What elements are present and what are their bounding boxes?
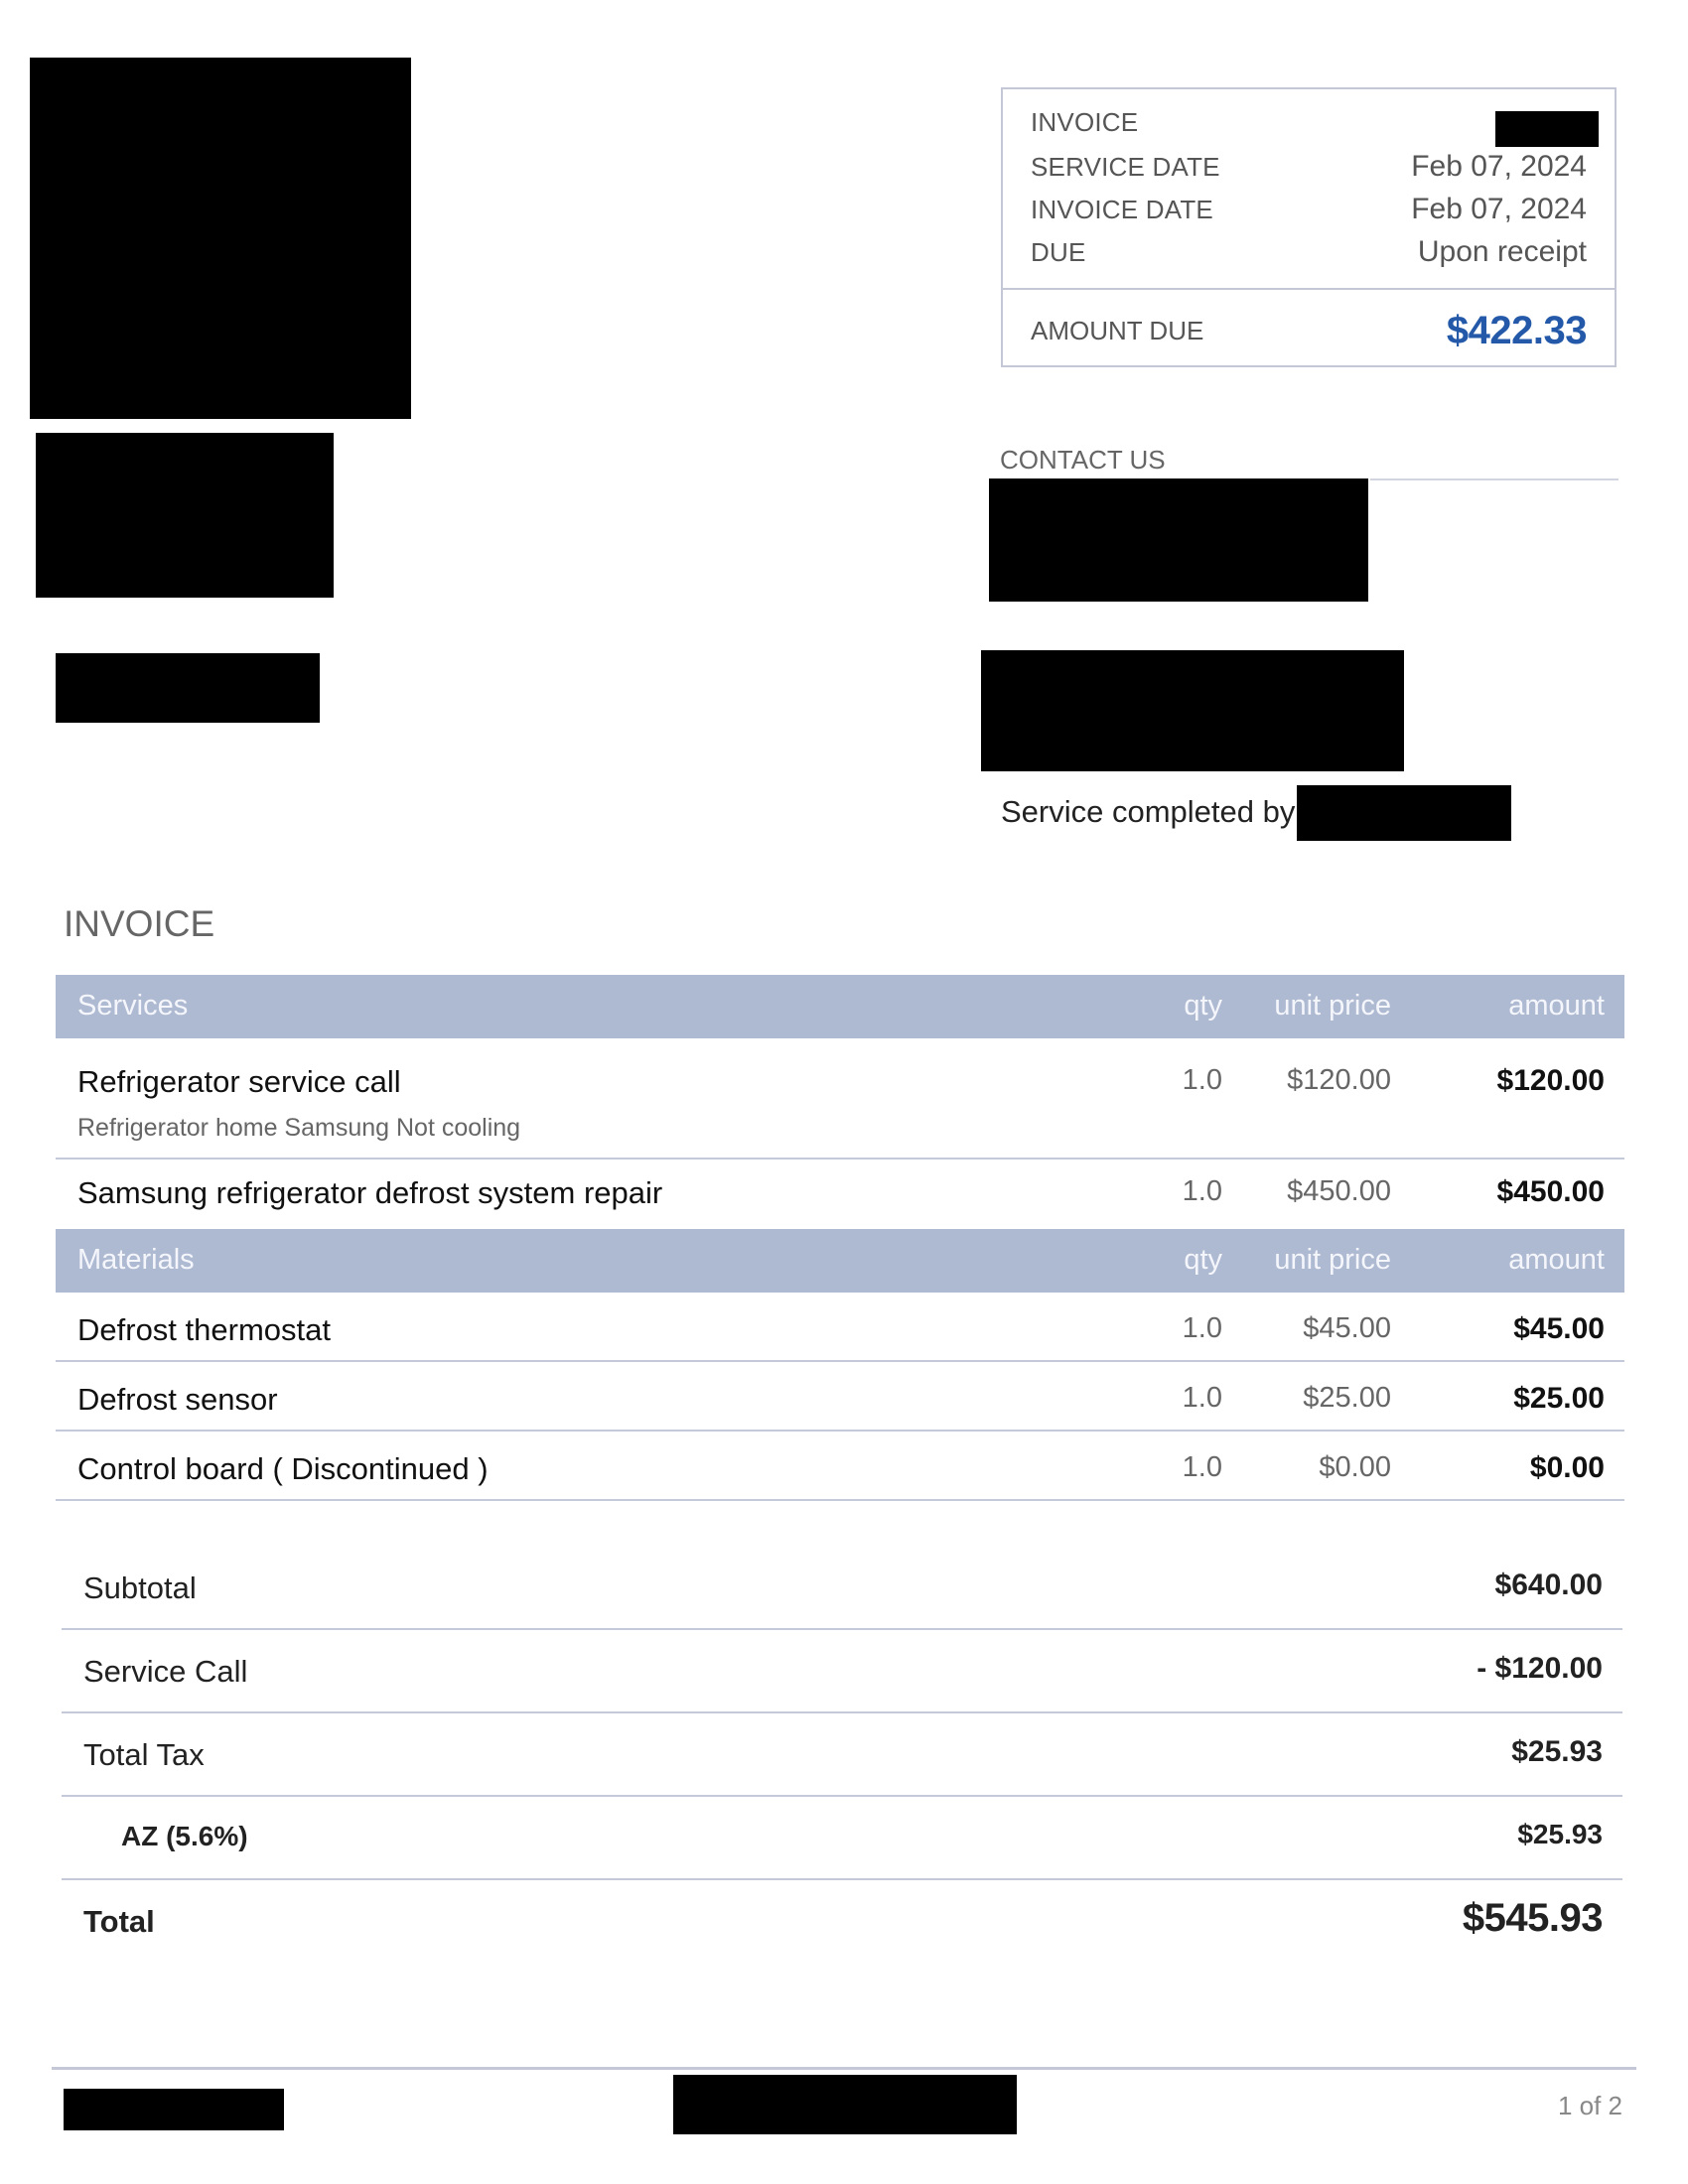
service-call-row: Service Call - $120.00	[62, 1630, 1622, 1713]
redacted-technician-name	[1297, 785, 1511, 841]
page-number: 1 of 2	[1557, 2091, 1622, 2120]
info-row-invoice-date: INVOICE DATE Feb 07, 2024	[1031, 193, 1587, 235]
item-qty: 1.0	[1182, 1312, 1222, 1344]
invoice-date-value: Feb 07, 2024	[1411, 193, 1587, 225]
redacted-company-address	[36, 433, 334, 598]
amount-due-value: $422.33	[1446, 308, 1588, 352]
redacted-footer-center	[673, 2075, 1017, 2134]
table-row: Defrost sensor 1.0 $25.00 $25.00	[56, 1362, 1624, 1432]
column-header-qty: qty	[1184, 990, 1222, 1022]
item-amount: $120.00	[1496, 1064, 1605, 1097]
item-unit-price: $120.00	[1287, 1064, 1391, 1096]
info-label: DUE	[1031, 237, 1086, 267]
info-label: INVOICE	[1031, 107, 1139, 137]
total-tax-label: Total Tax	[83, 1737, 205, 1772]
service-date-value: Feb 07, 2024	[1411, 150, 1587, 183]
item-subtext: Refrigerator home Samsung Not cooling	[77, 1114, 521, 1142]
services-section-header: Services qty unit price amount	[56, 975, 1624, 1038]
table-row: Refrigerator service call Refrigerator h…	[56, 1038, 1624, 1160]
info-row-service-date: SERVICE DATE Feb 07, 2024	[1031, 150, 1587, 193]
table-row: Defrost thermostat 1.0 $45.00 $45.00	[56, 1293, 1624, 1362]
due-value: Upon receipt	[1417, 235, 1587, 268]
info-row-due: DUE Upon receipt	[1031, 235, 1587, 278]
invoice-info-box: INVOICE SERVICE DATE Feb 07, 2024 INVOIC…	[1001, 87, 1617, 367]
item-unit-price: $450.00	[1287, 1175, 1391, 1207]
redacted-invoice-number	[1495, 110, 1599, 147]
item-description: Samsung refrigerator defrost system repa…	[77, 1175, 663, 1210]
column-header-amount: amount	[1508, 990, 1605, 1022]
item-unit-price: $45.00	[1303, 1312, 1391, 1344]
table-row: Samsung refrigerator defrost system repa…	[56, 1160, 1624, 1213]
redacted-footer-left	[64, 2089, 284, 2130]
column-header-qty: qty	[1184, 1244, 1222, 1276]
item-qty: 1.0	[1182, 1175, 1222, 1207]
subtotal-value: $640.00	[1494, 1569, 1603, 1601]
total-tax-row: Total Tax $25.93	[62, 1713, 1622, 1797]
total-tax-value: $25.93	[1511, 1735, 1603, 1768]
total-value: $545.93	[1462, 1896, 1604, 1940]
section-title: Materials	[77, 1244, 195, 1276]
redacted-contact-info	[989, 478, 1368, 602]
item-description: Control board ( Discontinued )	[77, 1451, 489, 1486]
invoice-heading: INVOICE	[64, 903, 215, 944]
redacted-service-address	[981, 650, 1404, 771]
item-unit-price: $25.00	[1303, 1382, 1391, 1414]
item-description: Defrost sensor	[77, 1382, 278, 1417]
table-row: Control board ( Discontinued ) 1.0 $0.00…	[56, 1432, 1624, 1501]
az-tax-value: $25.93	[1517, 1819, 1603, 1849]
info-row-invoice-number: INVOICE	[1031, 107, 1599, 150]
subtotal-row: Subtotal $640.00	[62, 1547, 1622, 1630]
az-tax-label: AZ (5.6%)	[121, 1821, 248, 1851]
item-amount: $45.00	[1513, 1312, 1605, 1345]
item-amount: $0.00	[1529, 1451, 1605, 1484]
amount-due-label: AMOUNT DUE	[1031, 315, 1204, 345]
column-header-amount: amount	[1508, 1244, 1605, 1276]
item-amount: $450.00	[1496, 1175, 1605, 1208]
item-qty: 1.0	[1182, 1064, 1222, 1096]
info-label: SERVICE DATE	[1031, 152, 1220, 182]
total-row: Total $545.93	[62, 1880, 1622, 1962]
amount-due-row: AMOUNT DUE $422.33	[1031, 306, 1588, 355]
service-completed-by-label: Service completed by:	[1001, 794, 1304, 829]
subtotal-label: Subtotal	[83, 1570, 197, 1605]
item-unit-price: $0.00	[1319, 1451, 1391, 1483]
item-amount: $25.00	[1513, 1382, 1605, 1415]
service-call-value: - $120.00	[1477, 1652, 1603, 1685]
divider	[1370, 478, 1618, 480]
total-label: Total	[83, 1904, 155, 1939]
az-tax-row: AZ (5.6%) $25.93	[62, 1797, 1622, 1880]
item-qty: 1.0	[1182, 1382, 1222, 1414]
item-qty: 1.0	[1182, 1451, 1222, 1483]
materials-section-header: Materials qty unit price amount	[56, 1229, 1624, 1293]
info-label: INVOICE DATE	[1031, 195, 1213, 224]
redacted-logo	[30, 58, 411, 419]
service-call-label: Service Call	[83, 1654, 248, 1689]
column-header-unit-price: unit price	[1274, 990, 1391, 1022]
column-header-unit-price: unit price	[1274, 1244, 1391, 1276]
divider	[1003, 288, 1615, 290]
section-title: Services	[77, 990, 189, 1022]
contact-us-heading: CONTACT US	[1000, 445, 1166, 475]
item-description: Defrost thermostat	[77, 1312, 331, 1347]
item-description: Refrigerator service call	[77, 1064, 401, 1099]
redacted-customer-name	[56, 653, 320, 723]
footer-divider	[52, 2067, 1636, 2070]
